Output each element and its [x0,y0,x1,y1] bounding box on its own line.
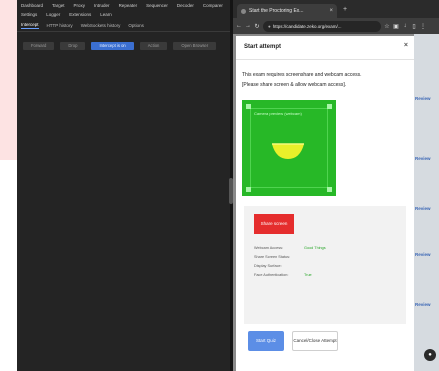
status-label: Webcam Access: [254,246,284,250]
favicon-icon [241,8,246,14]
status-value: Good Things [304,246,326,250]
toolbar-button[interactable]: Open Browser [173,42,217,50]
modal-title: Start attempt [244,44,282,50]
extensions-icon[interactable]: ▣ [393,23,399,30]
address-bar-row: ← → ↻ ● https://candidate.zeko.org/exam/.… [233,18,439,34]
browser-tab[interactable]: Start the Proctoring Ex... × [237,4,337,18]
frame-corner [327,104,332,109]
proxy-tool-window: Dashboard Target Proxy Intruder Repeater Sequ… [17,0,230,371]
status-label: Share Screen Status: [254,255,291,259]
modal-instruction: [Please share screen & allow webcam acce… [242,82,347,88]
review-link[interactable]: Review [415,206,431,211]
review-link[interactable]: Review [415,252,431,257]
share-screen-button[interactable]: Share screen [254,214,294,234]
status-label: Display Surface: [254,264,282,268]
tool-menu-bar: Dashboard Target Proxy Intruder Repeater Sequ… [17,0,230,20]
modal-header: Start attempt × [236,36,414,60]
status-row: Share Screen Status: [254,255,304,259]
forward-icon[interactable]: → [245,23,251,29]
face-detected-icon [272,143,304,159]
start-quiz-button[interactable]: Start Quiz [248,331,284,351]
review-link[interactable]: Review [415,156,431,161]
browser-tab-bar: Start the Proctoring Ex... × + [233,0,439,18]
tool-menu-item[interactable]: Repeater [119,3,138,11]
page-right-column [414,34,439,371]
review-link[interactable]: Review [415,302,431,307]
status-row: Webcam Access: Good Things [254,246,326,250]
toolbar-button[interactable]: Intercept is on [91,42,134,50]
proctoring-status-panel: Share screen Webcam Access: Good Things S… [244,206,406,324]
reload-icon[interactable]: ↻ [254,23,260,30]
tool-menu-item[interactable]: Intruder [94,3,110,11]
intercept-toolbar: Forward Drop Intercept is on Action Open Bro… [17,38,230,54]
review-link[interactable]: Review [415,96,431,101]
status-row: Face Authentication: True [254,273,312,277]
lock-icon: ● [268,23,271,29]
frame-corner [327,187,332,192]
status-value: True [304,273,312,277]
tab-close-icon[interactable]: × [329,8,333,14]
close-icon[interactable]: × [404,42,408,49]
tool-menu-item[interactable]: Settings [21,12,37,20]
sidebar-icon[interactable]: ▯ [411,23,417,30]
tool-menu-item[interactable]: Proxy [74,3,86,11]
webcam-preview: Camera preview (webcam) [242,100,336,196]
cancel-attempt-button[interactable]: Cancel/Close Attempt [292,331,338,351]
start-attempt-modal: Start attempt × This exam requires scree… [236,36,414,371]
browser-tab-title: Start the Proctoring Ex... [249,8,304,14]
tool-tab[interactable]: HTTP history [47,23,73,28]
new-tab-icon[interactable]: + [343,6,347,13]
frame-corner [246,104,251,109]
tool-menu-item[interactable]: Sequencer [146,3,168,11]
tool-menu-item[interactable]: Comparer [203,3,223,11]
tool-tab-bar: Intercept HTTP history WebSockets history O… [17,20,230,32]
star-icon[interactable]: ☆ [384,23,390,30]
floating-action-icon[interactable]: ● [424,349,436,361]
tool-menu-item[interactable]: Target [52,3,65,11]
status-row: Display Surface: [254,264,304,268]
tool-menu-item[interactable]: Logger [46,12,60,20]
tool-tab[interactable]: WebSockets history [81,23,121,28]
modal-message: This exam requires screenshare and webca… [242,72,362,78]
tool-tab[interactable]: Options [128,23,144,28]
tool-tab[interactable]: Intercept [21,22,39,29]
tool-menu-item[interactable]: Dashboard [21,3,43,11]
url-field[interactable]: ● https://candidate.zeko.org/exam/... [263,20,381,32]
back-icon[interactable]: ← [236,23,242,29]
toolbar-button[interactable]: Drop [60,42,86,50]
webcam-label: Camera preview (webcam) [254,111,302,116]
tool-menu-item[interactable]: Extensions [69,12,91,20]
menu-icon[interactable]: ⋮ [420,23,426,30]
toolbar-button[interactable]: Forward [23,42,55,50]
toolbar-button[interactable]: Action [139,42,168,50]
status-label: Face Authentication: [254,273,289,277]
tool-menu-item[interactable]: Learn [100,12,112,20]
frame-corner [246,187,251,192]
url-text: https://candidate.zeko.org/exam/... [272,23,342,29]
tool-menu-item[interactable]: Decoder [177,3,194,11]
download-icon[interactable]: ↓ [402,23,408,29]
